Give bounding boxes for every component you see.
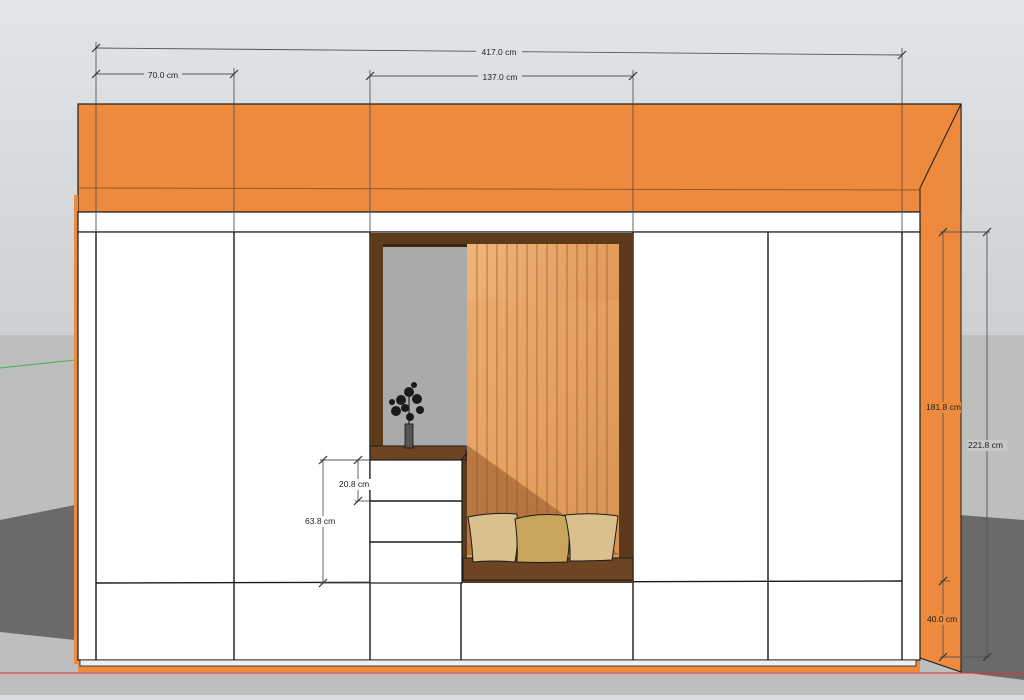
ground-shadow-right — [960, 515, 1024, 680]
dim-niche-width: 137.0 cm — [483, 72, 518, 82]
dim-base-height: 40.0 cm — [927, 614, 957, 624]
dim-drawer-stack-height: 63.8 cm — [305, 516, 335, 526]
dim-upper-height: 181.8 cm — [926, 402, 961, 412]
drawer-unit — [369, 452, 468, 584]
niche-back-wall — [383, 244, 467, 450]
ground-shadow — [0, 505, 75, 640]
model-viewport[interactable]: 417.0 cm 70.0 cm 137.0 cm 181.8 cm 221.8… — [0, 0, 1024, 695]
cushions — [467, 512, 619, 563]
dim-total-width: 417.0 cm — [482, 47, 517, 57]
dim-total-height: 221.8 cm — [968, 440, 1003, 450]
dim-left-module-width: 70.0 cm — [148, 70, 178, 80]
dim-drawer-height: 20.8 cm — [339, 479, 369, 489]
